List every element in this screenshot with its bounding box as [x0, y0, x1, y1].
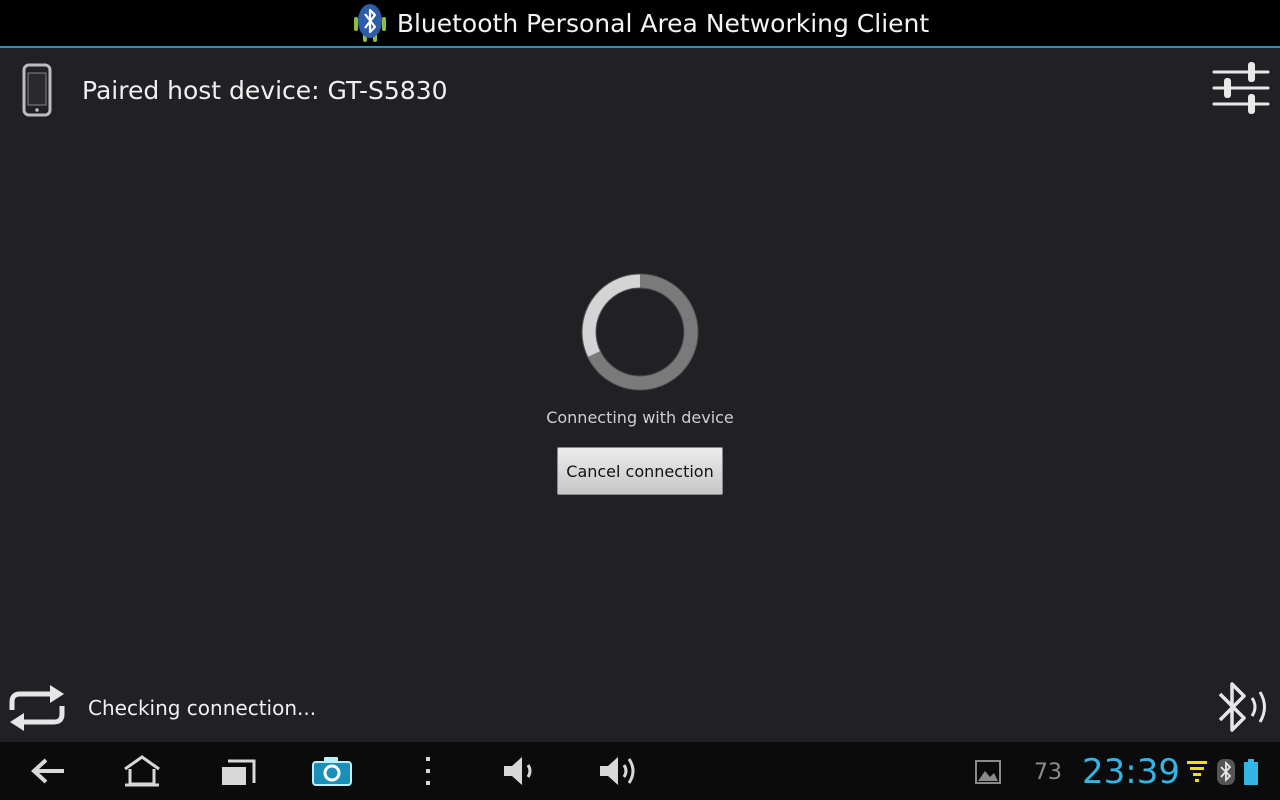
gallery-notification-icon[interactable]	[974, 758, 1002, 786]
home-button[interactable]	[118, 751, 166, 791]
volume-down-icon	[504, 757, 532, 785]
volume-up-button[interactable]	[594, 751, 642, 791]
battery-icon	[1244, 759, 1258, 785]
sliders-settings-icon[interactable]	[1210, 58, 1272, 118]
loading-spinner	[581, 273, 699, 391]
paired-host-label: Paired host device: GT-S5830	[82, 75, 448, 105]
wifi-signal-icon	[1187, 761, 1207, 782]
title-bar: Bluetooth Personal Area Networking Clien…	[0, 0, 1280, 48]
volume-down-button[interactable]	[496, 751, 544, 791]
back-icon	[31, 758, 64, 784]
back-button[interactable]	[24, 751, 72, 791]
bluetooth-signal-icon[interactable]	[1214, 678, 1270, 738]
main-content: Paired host device: GT-S5830 Connecting …	[0, 50, 1280, 742]
volume-up-icon	[600, 757, 635, 785]
bluetooth-app-icon	[353, 4, 386, 42]
clock[interactable]: 23:39	[1082, 752, 1180, 792]
phone-icon	[22, 63, 52, 117]
checking-connection-text: Checking connection...	[88, 696, 317, 720]
bluetooth-status-icon	[1217, 759, 1235, 785]
app-title: Bluetooth Personal Area Networking Clien…	[396, 8, 930, 38]
cancel-connection-button[interactable]: Cancel connection	[557, 447, 723, 495]
menu-icon	[426, 757, 430, 785]
screenshot-button[interactable]	[308, 751, 356, 791]
recent-apps-button[interactable]	[214, 751, 262, 791]
notification-count: 73	[1034, 760, 1062, 785]
menu-button[interactable]	[404, 751, 452, 791]
connection-status-row: Checking connection...	[6, 682, 316, 734]
screenshot-camera-icon	[312, 757, 352, 786]
sync-icon	[9, 685, 65, 731]
recent-apps-icon	[222, 759, 256, 785]
paired-host-row: Paired host device: GT-S5830	[20, 62, 448, 118]
connecting-status-text: Connecting with device	[546, 408, 734, 427]
connecting-panel: Connecting with device Cancel connection	[0, 272, 1280, 495]
home-icon	[124, 755, 160, 787]
